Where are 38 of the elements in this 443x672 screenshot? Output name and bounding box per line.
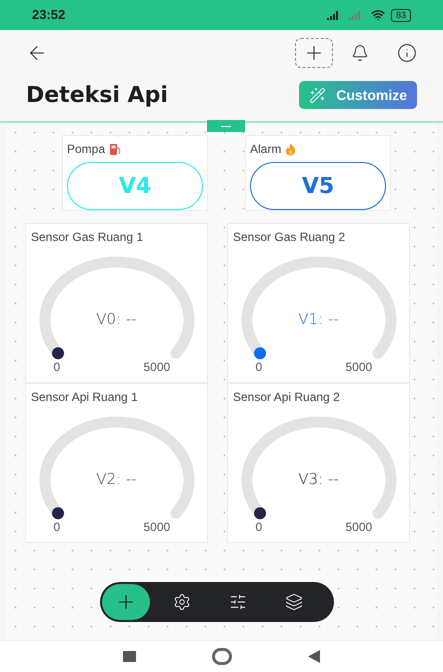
- notification-button[interactable]: [351, 44, 369, 62]
- gauge-min-label: 0: [54, 519, 60, 536]
- add-button[interactable]: [102, 584, 150, 620]
- customize-button[interactable]: Customize: [299, 81, 417, 109]
- magic-wand-icon: [309, 86, 326, 104]
- info-button[interactable]: [397, 42, 417, 62]
- gauge-max-label: 5000: [144, 359, 170, 376]
- gauge-value: V1: --: [297, 309, 340, 330]
- collapse-handle[interactable]: [207, 120, 245, 132]
- gauge-max-label: 5000: [144, 519, 170, 536]
- battery-indicator: 83: [390, 8, 411, 22]
- switch-button[interactable]: V5: [250, 162, 386, 210]
- flame-icon: [285, 142, 296, 156]
- gauge-max-label: 5000: [346, 359, 372, 376]
- settings-icon: [172, 593, 190, 611]
- gauge-min-label: 0: [54, 359, 60, 376]
- layers-icon: [284, 593, 302, 611]
- add-widget-button[interactable]: [295, 38, 333, 68]
- home-button[interactable]: [212, 648, 232, 665]
- gauge-value: V0: --: [95, 309, 138, 330]
- fuel-pump-icon: [109, 142, 122, 156]
- dashboard-title: Deteksi Api: [26, 82, 168, 110]
- wifi-icon: [370, 8, 385, 22]
- gauge-min-label: 0: [256, 519, 262, 536]
- recent-apps-button[interactable]: [122, 651, 136, 662]
- gauge-title: Sensor Api Ruang 1: [30, 389, 139, 406]
- gauge-title: Sensor Gas Ruang 1: [30, 229, 144, 246]
- gauge-max-label: 5000: [346, 519, 372, 536]
- gauge-value: V2: --: [95, 469, 138, 490]
- gauge-title: Sensor Api Ruang 2: [232, 389, 341, 406]
- gauge-min-label: 0: [256, 359, 262, 376]
- back-triangle-button[interactable]: [308, 650, 320, 663]
- gauge-value: V3: --: [297, 469, 340, 490]
- switch-label: Alarm: [250, 141, 282, 158]
- gauge-title: Sensor Gas Ruang 2: [232, 229, 346, 246]
- switch-label: Pompa: [67, 141, 106, 158]
- status-time: 23:52: [32, 6, 66, 24]
- sliders-icon: [228, 593, 246, 611]
